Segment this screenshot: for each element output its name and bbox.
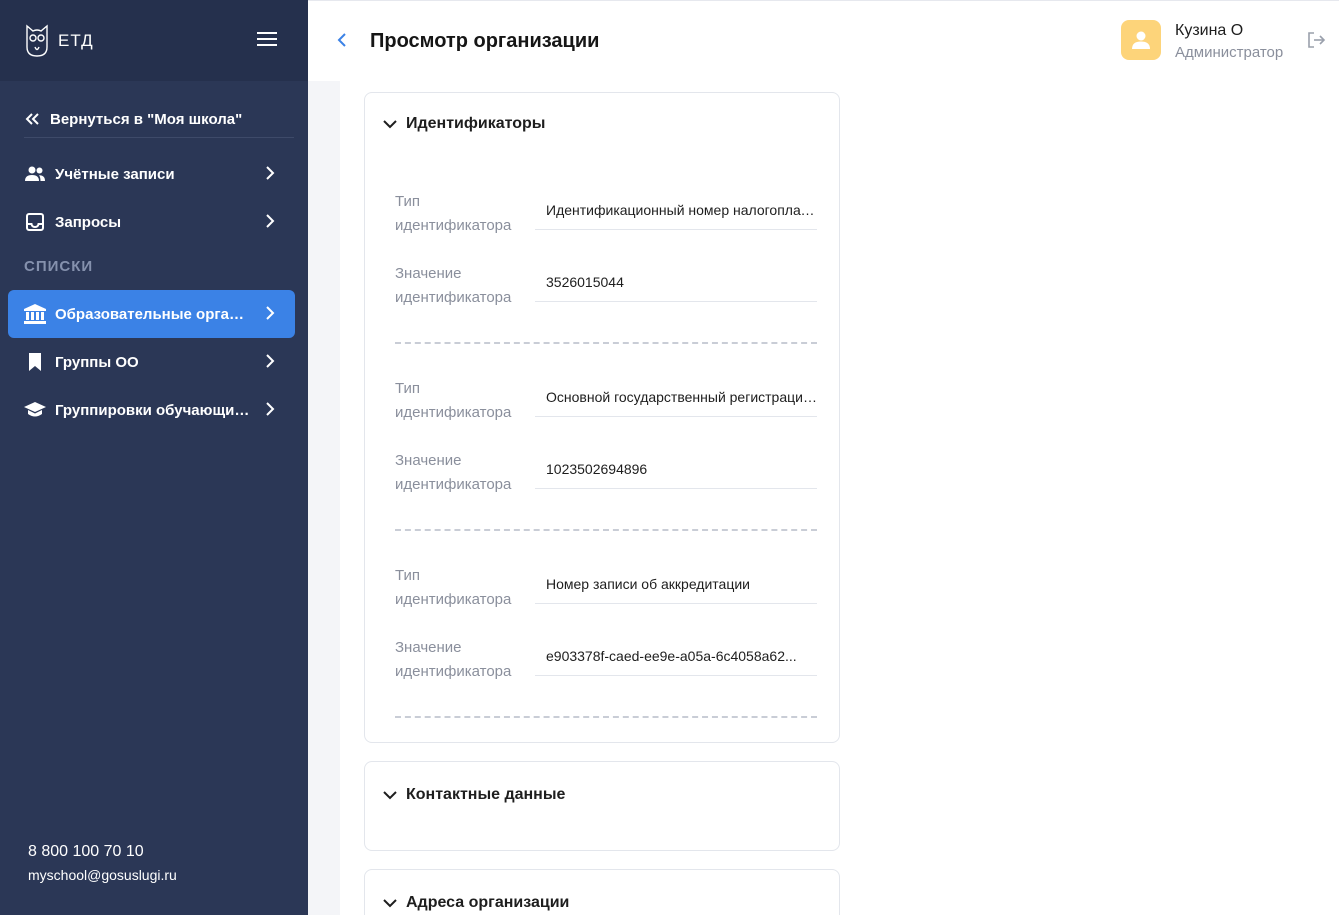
sidebar-item-label: Запросы [55,213,122,231]
identifier-type-value[interactable]: Идентификационный номер налогоплательщик… [535,190,817,230]
sidebar-item-label: Учётные записи [55,165,175,183]
identifier-type-label: Тип идентификатора [395,380,512,421]
section-title: Контактные данные [406,786,566,803]
avatar [1121,20,1161,60]
identifier-value-field[interactable]: 1023502694896 [535,449,817,489]
user-info: Кузина О Администратор [1175,20,1283,61]
identifiers-card: Идентификаторы Тип идентификатора Иденти… [364,92,840,743]
sidebar-item-educational-organizations[interactable]: Образовательные организации [8,290,295,338]
addresses-section-header[interactable]: Адреса организации [383,894,569,912]
sidebar-item-requests[interactable]: Запросы [8,198,295,246]
chevron-down-icon [383,120,397,129]
addresses-card: Адреса организации [364,869,840,915]
section-title-lists: СПИСКИ [24,258,94,275]
identifier-type-value[interactable]: Основной государственный регистрационный… [535,377,817,417]
identifier-value-label: Значение идентификатора [395,265,512,306]
identifier-value-label: Значение идентификатора [395,639,512,680]
divider [24,137,294,138]
user-profile[interactable]: Кузина О Администратор [1121,20,1283,61]
sidebar-header: ЕТД [0,0,308,81]
institution-icon [24,303,46,325]
users-icon [24,163,46,185]
sidebar-item-accounts[interactable]: Учётные записи [8,150,295,198]
sidebar-item-label: Группировки обучающихся [55,401,253,419]
identifier-type-value[interactable]: Номер записи об аккредитации [535,564,817,604]
identifier-type-label: Тип идентификатора [395,567,512,608]
page-title: Просмотр организации [370,30,600,52]
identifier-value-field[interactable]: 3526015044 [535,262,817,302]
support-phone[interactable]: 8 800 100 70 10 [28,843,177,861]
identifiers-section-header[interactable]: Идентификаторы [383,115,545,133]
dashed-divider [395,529,817,531]
chevron-right-icon [266,306,275,320]
owl-logo-icon [26,24,48,57]
logo-text: ЕТД [58,30,94,50]
chevron-down-icon [383,791,397,800]
user-icon [1132,31,1150,49]
identifier-type-label: Тип идентификатора [395,193,512,234]
graduation-cap-icon [24,399,46,421]
contacts-card: Контактные данные [364,761,840,851]
bookmark-icon [24,351,46,373]
contacts-section-header[interactable]: Контактные данные [383,786,565,804]
section-title: Идентификаторы [406,115,546,132]
identifier-value-field[interactable]: e903378f-caed-ee9e-a05a-6c4058a62... [535,636,817,676]
logo[interactable]: ЕТД [24,23,94,59]
chevron-left-icon[interactable] [336,32,348,48]
section-title: Адреса организации [406,894,570,911]
chevron-right-icon [266,402,275,416]
chevron-right-icon [266,354,275,368]
content-gutter [308,81,340,915]
user-role: Администратор [1175,44,1284,61]
topbar: Просмотр организации Кузина О Администра… [308,0,1339,81]
identifier-value-label: Значение идентификатора [395,452,512,493]
sidebar-item-org-groups[interactable]: Группы ОО [8,338,295,386]
menu-toggle-icon[interactable] [257,32,277,48]
back-to-school-link[interactable]: Вернуться в "Моя школа" [24,101,294,137]
sidebar: ЕТД Вернуться в "Моя школа" Учётные запи… [0,0,308,915]
support-email[interactable]: myschool@gosuslugi.ru [28,867,177,883]
chevron-right-icon [266,214,275,228]
logout-icon[interactable] [1308,32,1326,48]
inbox-icon [24,211,46,233]
sidebar-item-student-groupings[interactable]: Группировки обучающихся [8,386,295,434]
dashed-divider [395,716,817,718]
sidebar-item-label: Группы ОО [55,353,139,371]
sidebar-footer: 8 800 100 70 10 myschool@gosuslugi.ru [28,843,177,883]
back-link-label: Вернуться в "Моя школа" [50,110,243,128]
chevron-right-icon [266,166,275,180]
chevron-down-icon [383,899,397,908]
dashed-divider [395,342,817,344]
double-chevron-left-icon [25,113,39,125]
sidebar-item-label: Образовательные организации [55,305,253,323]
user-name: Кузина О [1175,22,1244,39]
